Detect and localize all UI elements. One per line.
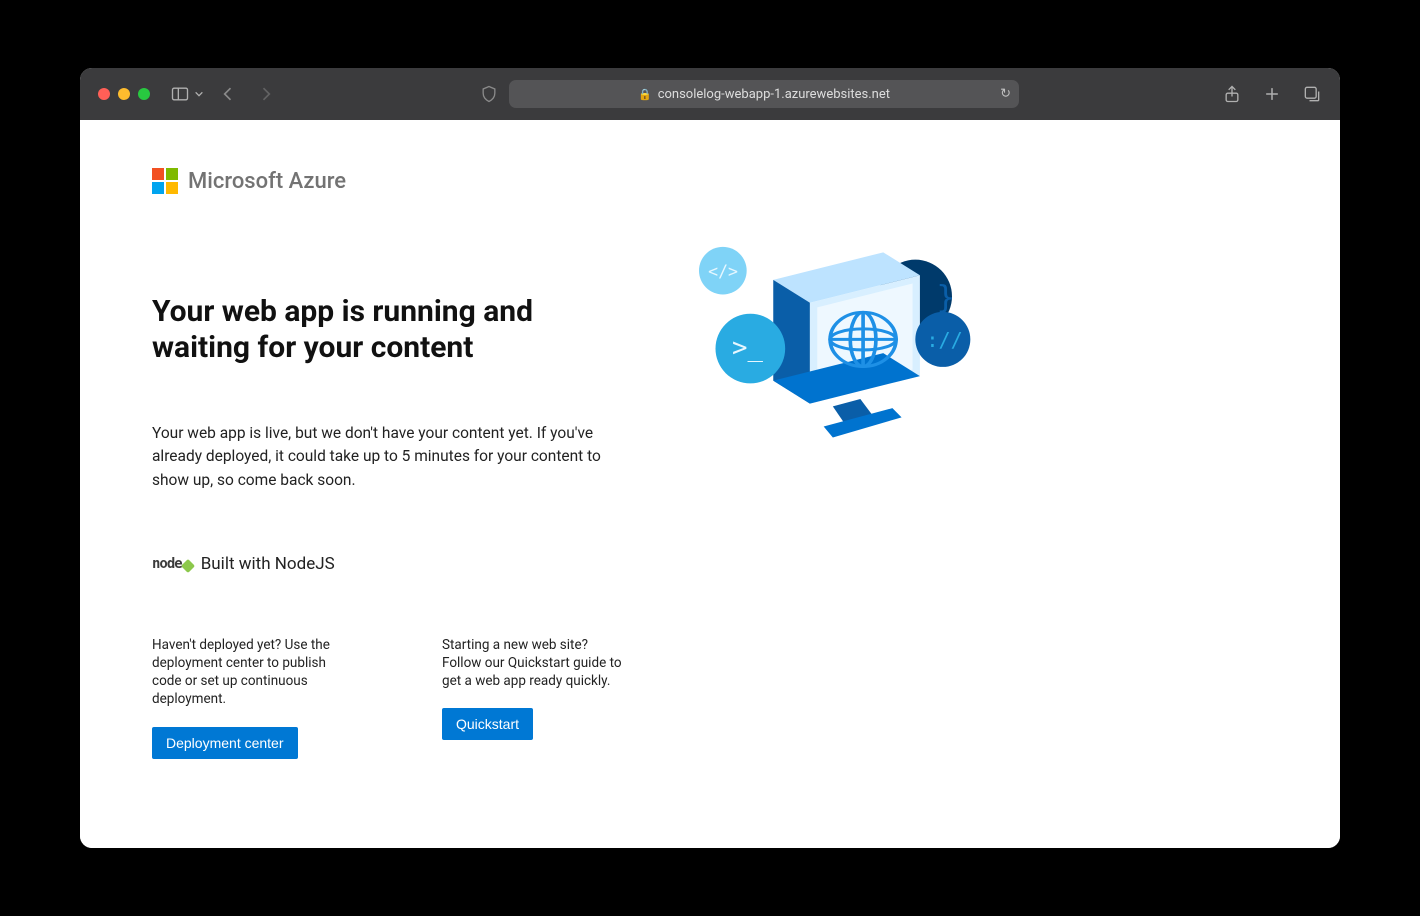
back-button[interactable] — [218, 84, 238, 104]
deployment-card: Haven't deployed yet? Use the deployment… — [152, 636, 332, 759]
share-button[interactable] — [1222, 84, 1242, 104]
svg-text:</>: </> — [708, 262, 738, 281]
quickstart-button[interactable]: Quickstart — [442, 708, 533, 740]
chevron-down-icon — [194, 84, 204, 104]
page-subheading: Your web app is live, but we don't have … — [152, 422, 622, 492]
svg-text:>_: >_ — [732, 333, 763, 363]
traffic-lights — [98, 88, 150, 100]
address-bar-url: consolelog-webapp-1.azurewebsites.net — [658, 87, 890, 102]
brand-header: Microsoft Azure — [152, 168, 1268, 194]
quickstart-card: Starting a new web site? Follow our Quic… — [442, 636, 622, 759]
browser-title-bar: 🔒 consolelog-webapp-1.azurewebsites.net … — [80, 68, 1340, 120]
safari-window: 🔒 consolelog-webapp-1.azurewebsites.net … — [80, 68, 1340, 848]
nodejs-logo-text: node — [152, 556, 182, 572]
nodejs-logo-icon: node — [152, 556, 193, 572]
sidebar-icon — [170, 84, 190, 104]
svg-text:://: :// — [926, 328, 962, 352]
minimize-window-button[interactable] — [118, 88, 130, 100]
page-content: Microsoft Azure Your web app is running … — [80, 120, 1340, 848]
tab-overview-button[interactable] — [1302, 84, 1322, 104]
microsoft-logo-icon — [152, 168, 178, 194]
quickstart-card-text: Starting a new web site? Follow our Quic… — [442, 636, 622, 691]
built-with-label: Built with NodeJS — [201, 554, 335, 574]
new-tab-button[interactable] — [1262, 84, 1282, 104]
lock-icon: 🔒 — [638, 88, 652, 101]
deployment-card-text: Haven't deployed yet? Use the deployment… — [152, 636, 332, 709]
forward-button[interactable] — [256, 84, 276, 104]
built-with-row: node Built with NodeJS — [152, 554, 1268, 574]
hero-illustration: { } — [672, 234, 1012, 454]
privacy-shield-icon[interactable] — [479, 84, 499, 104]
brand-name: Microsoft Azure — [188, 169, 346, 194]
page-heading: Your web app is running and waiting for … — [152, 294, 622, 366]
deployment-center-button[interactable]: Deployment center — [152, 727, 298, 759]
reload-button[interactable]: ↻ — [1000, 87, 1011, 102]
address-bar[interactable]: 🔒 consolelog-webapp-1.azurewebsites.net … — [509, 80, 1019, 108]
sidebar-toggle-button[interactable] — [170, 84, 204, 104]
fullscreen-window-button[interactable] — [138, 88, 150, 100]
close-window-button[interactable] — [98, 88, 110, 100]
